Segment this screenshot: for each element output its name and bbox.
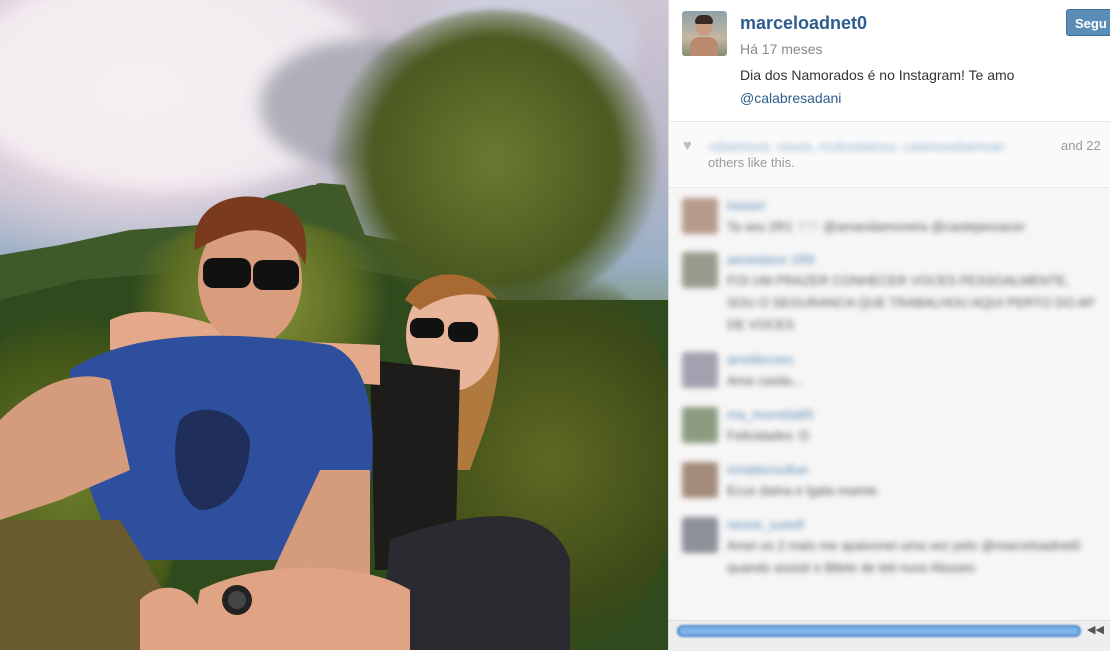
horizontal-scrollbar[interactable]: ◀◀ — [669, 620, 1110, 651]
avatar-body — [690, 37, 718, 56]
comments-list[interactable]: loeseri Ta seu 2R1 ♡♡ @amandamoreira @ca… — [669, 188, 1110, 620]
likers-list[interactable]: rafaelmore_neves, muitoolaboss, calamsas… — [708, 139, 1056, 153]
comment-username[interactable]: ma_morrelia85 — [727, 407, 814, 422]
caption-mention-link[interactable]: @calabresadani — [740, 90, 841, 106]
comment-avatar[interactable] — [682, 252, 718, 288]
post-detail-panel: marceloadnet0 Há 17 meses Dia dos Namora… — [668, 0, 1110, 651]
likes-count-prefix[interactable]: and 22 — [1061, 138, 1101, 153]
comment-avatar[interactable] — [682, 407, 718, 443]
comment-username[interactable]: aeneslano 1R8 — [727, 252, 814, 267]
follow-button[interactable]: Segu — [1066, 9, 1110, 36]
comment-avatar[interactable] — [682, 198, 718, 234]
comment-text: FOI UM PRAZER CONHECER VOCES PESSOALMENT… — [727, 273, 1095, 332]
comment-text: Ecus datna e lgala mamie. — [727, 483, 881, 498]
post-photo[interactable] — [0, 0, 668, 650]
comment-avatar[interactable] — [682, 462, 718, 498]
comment-username[interactable]: arrelilecoes — [727, 352, 793, 367]
scrollbar-thumb[interactable] — [677, 625, 1081, 637]
comment-text: Ta seu 2R1 ♡♡ @amandamoreira @castejanoa… — [727, 219, 1026, 234]
avatar-hair — [695, 15, 713, 24]
post-caption: Dia dos Namorados é no Instagram! Te amo… — [740, 64, 1070, 110]
heart-icon[interactable]: ♥ — [683, 137, 692, 154]
likes-others-text: others like this. — [708, 155, 795, 170]
comment-username[interactable]: loeseri — [727, 198, 765, 213]
comment-text: Ama casita... — [727, 373, 803, 388]
comment-avatar[interactable] — [682, 352, 718, 388]
avatar[interactable] — [682, 11, 727, 56]
comment-username[interactable]: mnatiecoutlue — [727, 462, 808, 477]
arrow-left-icon[interactable]: ◀◀ — [1087, 623, 1104, 636]
username-link[interactable]: marceloadnet0 — [740, 13, 867, 34]
photo-man — [0, 196, 410, 650]
comment-avatar[interactable] — [682, 517, 718, 553]
caption-text: Dia dos Namorados é no Instagram! Te amo — [740, 67, 1015, 83]
post-time: Há 17 meses — [740, 41, 823, 57]
comment-text: Amei os 2 mais me apaixonei uma vez pelo… — [727, 538, 1081, 575]
comment-text: Felicidades :D — [727, 428, 810, 443]
likes-section: ♥ rafaelmore_neves, muitoolaboss, calams… — [669, 122, 1110, 186]
comment-username[interactable]: nesoe_sueell — [727, 517, 804, 532]
